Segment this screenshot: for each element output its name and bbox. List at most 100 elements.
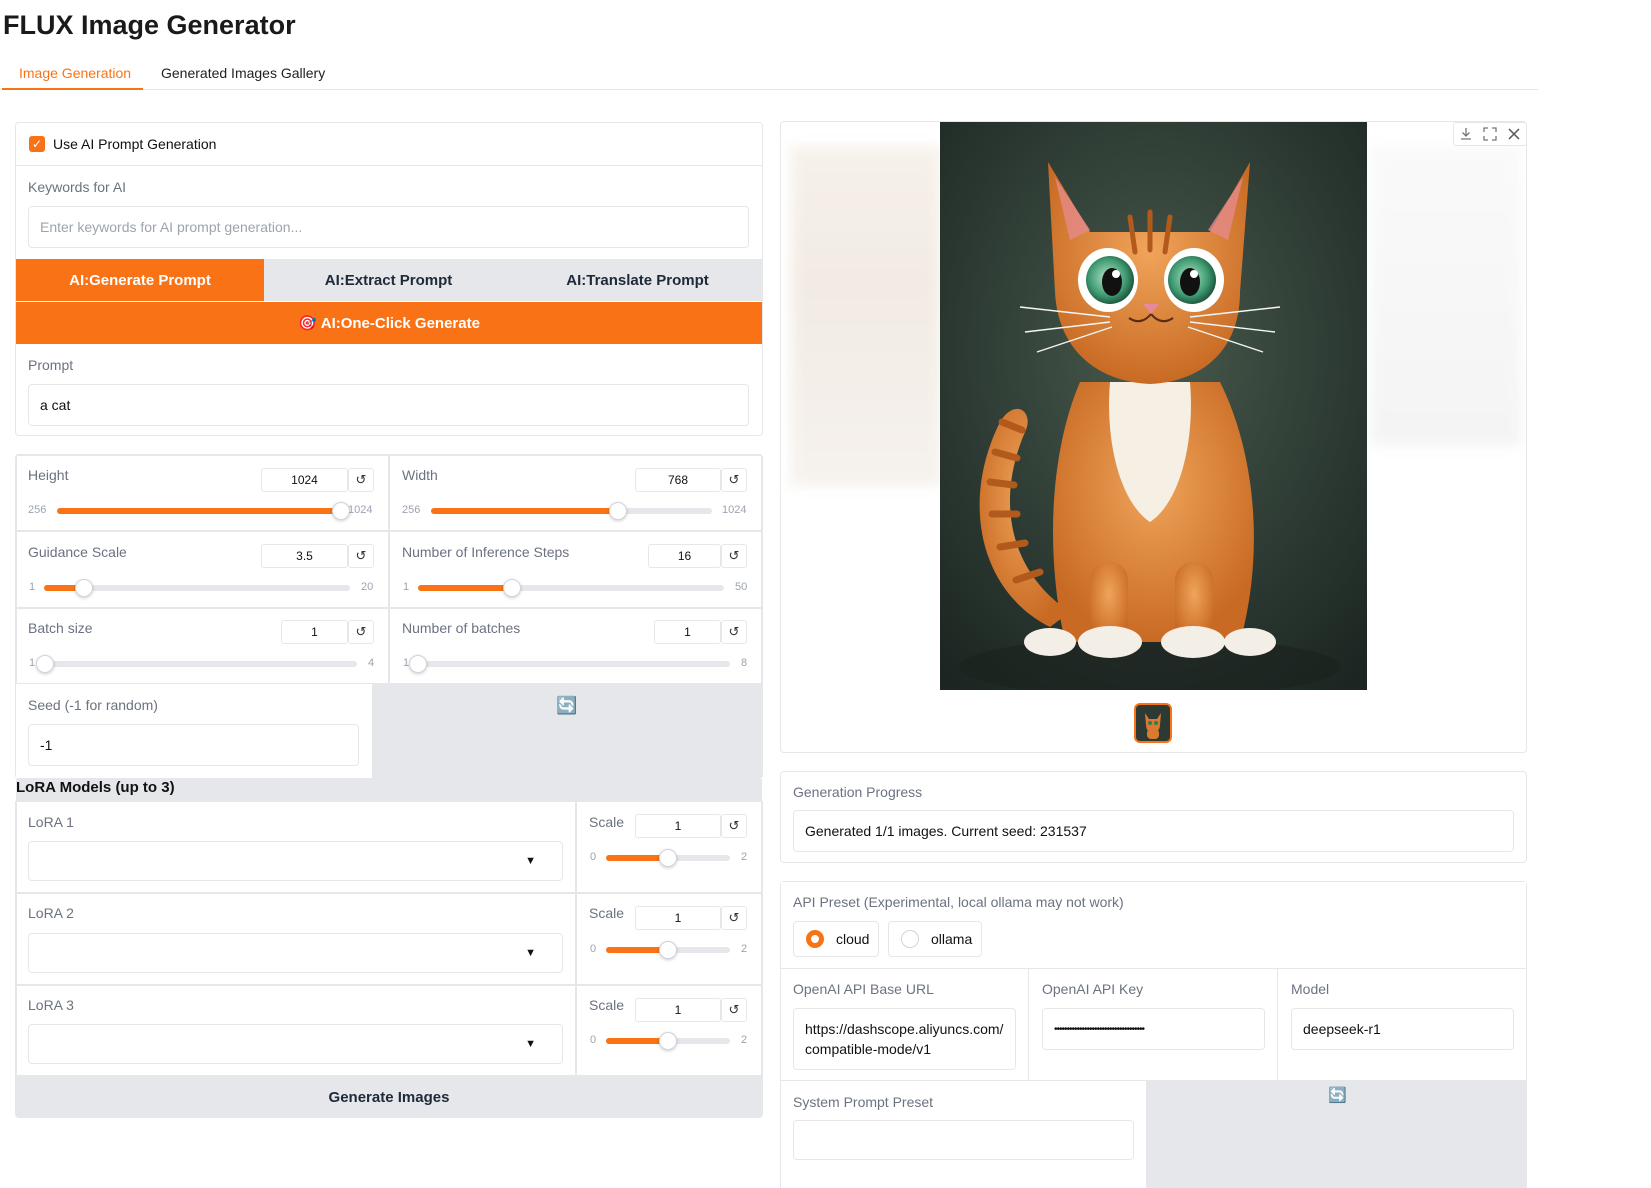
batch-size-reset-button[interactable]: ↺ (348, 620, 374, 644)
api-key-input[interactable]: •••••••••••••••••••••••••••••••••••• (1042, 1008, 1265, 1050)
tab-generated-gallery[interactable]: Generated Images Gallery (161, 65, 325, 90)
tab-bar: Image Generation Generated Images Galler… (2, 60, 1538, 90)
batch-size-number-input[interactable]: 1 (281, 620, 348, 644)
ollama-label: ollama (931, 931, 973, 947)
steps-slider-thumb[interactable] (502, 579, 521, 597)
batches-reset-button[interactable]: ↺ (721, 620, 747, 644)
target-icon: 🎯 (298, 315, 317, 332)
width-slider[interactable] (431, 502, 712, 520)
lora-3-scale-slider[interactable] (606, 1032, 730, 1050)
batches-max: 8 (741, 657, 748, 669)
batch-size-label: Batch size (28, 620, 93, 636)
progress-label: Generation Progress (793, 784, 923, 800)
blurred-backdrop-right (1371, 146, 1521, 446)
width-reset-button[interactable]: ↺ (721, 468, 747, 492)
base-url-label: OpenAI API Base URL (793, 981, 934, 997)
height-max: 1024 (348, 504, 373, 516)
api-preset-ollama[interactable]: ollama (888, 921, 982, 957)
fullscreen-icon[interactable] (1478, 123, 1502, 145)
keywords-input[interactable]: Enter keywords for AI prompt generation.… (28, 206, 749, 248)
base-url-line-2: compatible-mode/v1 (805, 1041, 932, 1057)
keywords-placeholder: Enter keywords for AI prompt generation.… (40, 219, 303, 235)
guidance-slider[interactable] (44, 579, 350, 597)
batches-slider-thumb[interactable] (409, 655, 427, 673)
steps-number-input[interactable]: 16 (648, 544, 721, 568)
lora-1-slider-thumb[interactable] (659, 849, 677, 867)
steps-max: 50 (735, 581, 748, 593)
ai-extract-prompt-button[interactable]: AI:Extract Prompt (264, 259, 513, 301)
steps-cell (389, 531, 762, 608)
ai-one-click-generate-button[interactable]: 🎯 AI:One-Click Generate (16, 302, 762, 344)
lora-2-scale-label: Scale (589, 905, 625, 921)
ai-translate-prompt-button[interactable]: AI:Translate Prompt (513, 259, 762, 301)
lora-1-reset-button[interactable]: ↺ (721, 814, 747, 838)
system-prompt-label: System Prompt Preset (793, 1094, 934, 1110)
seed-label: Seed (-1 for random) (28, 697, 158, 713)
app-title: FLUX Image Generator (3, 10, 296, 40)
base-url-input[interactable]: https://dashscope.aliyuncs.com/ compatib… (793, 1008, 1016, 1070)
refresh-seed-icon[interactable]: 🔄 (556, 696, 577, 716)
generated-cat-image[interactable] (940, 122, 1367, 690)
lora-3-label: LoRA 3 (28, 997, 74, 1013)
download-icon[interactable] (1454, 123, 1478, 145)
batches-slider[interactable] (409, 655, 730, 673)
height-number-input[interactable]: 1024 (261, 468, 348, 492)
chevron-down-icon: ▼ (525, 1038, 536, 1050)
batches-number-input[interactable]: 1 (654, 620, 721, 644)
lora-1-dropdown[interactable]: ▼ (28, 841, 563, 881)
steps-reset-button[interactable]: ↺ (721, 544, 747, 568)
guidance-number-input[interactable]: 3.5 (261, 544, 348, 568)
batch-size-slider-thumb[interactable] (36, 655, 54, 673)
width-number-input[interactable]: 768 (635, 468, 721, 492)
radio-selected (806, 930, 824, 948)
height-min: 256 (28, 504, 47, 516)
lora-3-slider-thumb[interactable] (659, 1032, 677, 1050)
generate-images-button[interactable]: Generate Images (15, 1077, 763, 1118)
keywords-label: Keywords for AI (28, 179, 127, 195)
lora-3-scale-input[interactable]: 1 (635, 998, 721, 1022)
batch-size-slider[interactable] (36, 655, 357, 673)
lora-2-reset-button[interactable]: ↺ (721, 906, 747, 930)
batches-label: Number of batches (402, 620, 521, 636)
batch-size-max: 4 (368, 657, 375, 669)
width-slider-fill (431, 508, 619, 514)
progress-output: Generated 1/1 images. Current seed: 2315… (793, 810, 1514, 852)
api-preset-cloud[interactable]: cloud (793, 921, 879, 957)
guidance-cell (16, 531, 389, 608)
seed-input[interactable]: -1 (28, 724, 359, 766)
lora-1-label: LoRA 1 (28, 814, 74, 830)
cloud-label: cloud (836, 931, 870, 947)
guidance-max: 20 (361, 581, 374, 593)
chevron-down-icon: ▼ (525, 947, 536, 959)
close-icon[interactable] (1502, 123, 1526, 145)
lora-3-reset-button[interactable]: ↺ (721, 998, 747, 1022)
steps-slider[interactable] (418, 579, 724, 597)
guidance-reset-button[interactable]: ↺ (348, 544, 374, 568)
lora-1-scale-slider[interactable] (606, 849, 730, 867)
lora-1-scale-input[interactable]: 1 (635, 814, 721, 838)
ai-generate-prompt-button[interactable]: AI:Generate Prompt (16, 259, 264, 301)
lora-2-scale-slider[interactable] (606, 941, 730, 959)
lora-2-slider-thumb[interactable] (659, 941, 677, 959)
height-slider[interactable] (57, 502, 350, 520)
lora-2-dropdown[interactable]: ▼ (28, 933, 563, 973)
tab-image-generation[interactable]: Image Generation (2, 65, 143, 90)
use-ai-label: Use AI Prompt Generation (53, 136, 217, 152)
lora-2-scale-input[interactable]: 1 (635, 906, 721, 930)
height-reset-button[interactable]: ↺ (348, 468, 374, 492)
guidance-label: Guidance Scale (28, 544, 127, 560)
refresh-api-icon[interactable]: 🔄 (1328, 1086, 1347, 1104)
chevron-down-icon: ▼ (525, 855, 536, 867)
steps-label: Number of Inference Steps (402, 544, 570, 560)
thumbnail-image[interactable] (1134, 703, 1172, 743)
model-input[interactable]: deepseek-r1 (1291, 1008, 1514, 1050)
api-key-label: OpenAI API Key (1042, 981, 1144, 997)
guidance-slider-thumb[interactable] (74, 579, 93, 597)
radio-unselected (901, 930, 919, 948)
lora-3-scale-label: Scale (589, 997, 625, 1013)
prompt-input[interactable]: a cat (28, 384, 749, 426)
use-ai-checkbox[interactable]: ✓ (29, 136, 45, 152)
model-label: Model (1291, 981, 1330, 997)
lora-3-dropdown[interactable]: ▼ (28, 1024, 563, 1064)
system-prompt-dropdown[interactable] (793, 1120, 1134, 1160)
